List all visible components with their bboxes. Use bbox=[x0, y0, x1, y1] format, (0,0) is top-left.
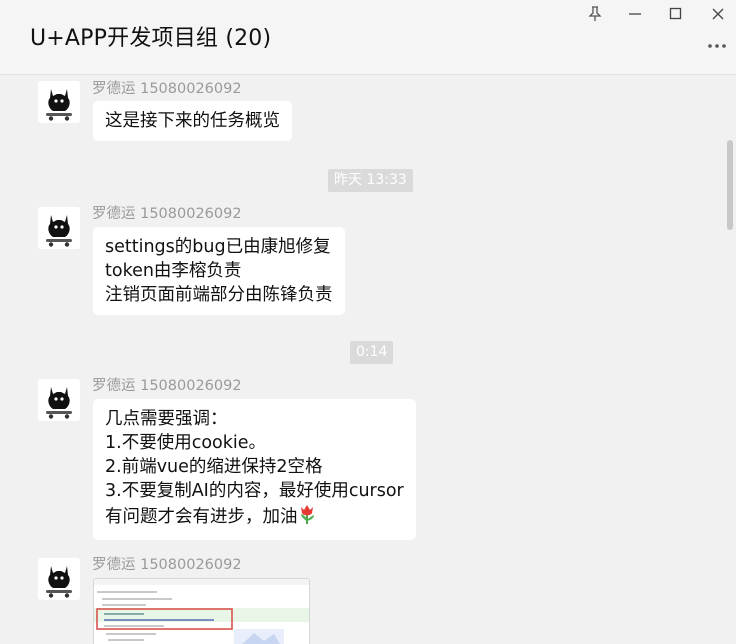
message-bubble[interactable]: 这是接下来的任务概览 bbox=[93, 101, 292, 141]
message-text-line: 有问题才会有进步，加油 bbox=[105, 507, 298, 527]
timestamp: 昨天 13:33 bbox=[328, 169, 413, 192]
message-text-line: 几点需要强调： bbox=[105, 409, 228, 429]
message-text-line: 1.不要使用cookie。 bbox=[105, 433, 266, 453]
message-sender: 罗德运 15080026092 bbox=[92, 81, 242, 97]
message-text-line: 注销页面前端部分由陈锋负责 bbox=[105, 285, 333, 305]
close-icon[interactable] bbox=[706, 2, 730, 26]
code-screenshot-thumbnail[interactable] bbox=[93, 578, 310, 644]
message-text-line-with-emoji: 有问题才会有进步，加油 bbox=[105, 503, 404, 532]
chat-window: U+APP开发项目组 (20) 罗德运 15080026092 这是接下来的任务… bbox=[0, 0, 736, 644]
message-bubble[interactable]: 几点需要强调： 1.不要使用cookie。 2.前端vue的缩进保持2空格 3.… bbox=[93, 399, 416, 540]
scrollbar[interactable] bbox=[727, 140, 733, 230]
message-text-line: 2.前端vue的缩进保持2空格 bbox=[105, 457, 323, 477]
message-text-line: token由李榕负责 bbox=[105, 261, 242, 281]
pin-icon[interactable] bbox=[583, 2, 607, 26]
title-bar: U+APP开发项目组 (20) bbox=[0, 0, 736, 75]
message-text-line: 3.不要复制AI的内容，最好使用cursor bbox=[105, 481, 404, 501]
black-cat-skateboard-avatar[interactable] bbox=[38, 379, 80, 421]
more-dots-icon[interactable] bbox=[706, 38, 728, 54]
chat-title: U+APP开发项目组 (20) bbox=[30, 26, 272, 51]
timestamp: 0:14 bbox=[350, 341, 394, 364]
black-cat-skateboard-avatar[interactable] bbox=[38, 207, 80, 249]
message-text-line: settings的bug已由康旭修复 bbox=[105, 237, 331, 257]
black-cat-skateboard-avatar[interactable] bbox=[38, 558, 80, 600]
message-sender: 罗德运 15080026092 bbox=[92, 557, 242, 573]
black-cat-skateboard-avatar[interactable] bbox=[38, 81, 80, 123]
message-text-line: 这是接下来的任务概览 bbox=[105, 111, 280, 131]
minimize-icon[interactable] bbox=[623, 2, 647, 26]
message-sender: 罗德运 15080026092 bbox=[92, 378, 242, 394]
maximize-icon[interactable] bbox=[664, 2, 688, 26]
message-bubble[interactable]: settings的bug已由康旭修复 token由李榕负责 注销页面前端部分由陈… bbox=[93, 227, 345, 315]
tulip-icon bbox=[298, 503, 316, 532]
message-sender: 罗德运 15080026092 bbox=[92, 206, 242, 222]
